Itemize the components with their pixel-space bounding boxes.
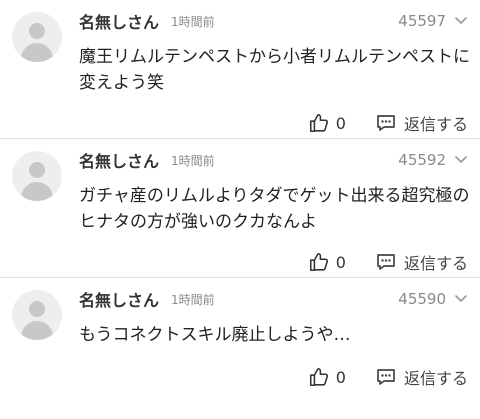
like-button[interactable]: 0 [308, 112, 346, 134]
author-name: 名無しさん [79, 291, 160, 310]
post-time: 1時間前 [171, 14, 215, 29]
comment-item: 名無しさん 1時間前 45590 もうコネクトスキル廃止しようや… 0 返信する [0, 278, 480, 403]
comment-meta: 名無しさん 1時間前 [79, 149, 215, 171]
chevron-down-icon[interactable] [454, 16, 468, 26]
avatar-body-shape [21, 321, 53, 340]
reply-label: 返信する [403, 254, 468, 273]
reply-bubble-icon [377, 254, 395, 270]
like-count: 0 [335, 252, 346, 272]
reply-bubble-icon [377, 115, 395, 131]
comment-text: ガチャ産のリムルよりタダでゲット出来る超究極のヒナタの方が強いのクカなんよ [79, 186, 470, 232]
comment-actions: 0 返信する [308, 250, 468, 274]
like-button[interactable]: 0 [308, 366, 346, 388]
comment-text: もうコネクトスキル廃止しようや… [79, 325, 351, 345]
reply-label: 返信する [403, 115, 468, 134]
reply-button[interactable]: 返信する [376, 250, 468, 274]
chevron-down-icon[interactable] [454, 294, 468, 304]
like-count: 0 [335, 367, 346, 387]
author-name: 名無しさん [79, 152, 160, 171]
comment-meta: 名無しさん 1時間前 [79, 10, 215, 32]
avatar [12, 151, 62, 201]
comment-actions: 0 返信する [308, 365, 468, 389]
comment-meta: 名無しさん 1時間前 [79, 288, 215, 310]
avatar-head-shape [29, 23, 45, 39]
comment-number-menu[interactable]: 45592 [398, 149, 468, 171]
comment-number: 45590 [398, 290, 446, 308]
avatar-head-shape [29, 301, 45, 317]
comment-number-menu[interactable]: 45597 [398, 10, 468, 32]
comment-number-menu[interactable]: 45590 [398, 288, 468, 310]
comment-item: 名無しさん 1時間前 45592 ガチャ産のリムルよりタダでゲット出来る超究極の… [0, 139, 480, 277]
avatar-body-shape [21, 182, 53, 201]
chevron-down-icon[interactable] [454, 155, 468, 165]
comment-item: 名無しさん 1時間前 45597 魔王リムルテンペストから小者リムルテンペストに… [0, 0, 480, 138]
thumbs-up-icon [309, 367, 328, 387]
reply-button[interactable]: 返信する [376, 111, 468, 135]
thumbs-up-icon [309, 252, 328, 272]
author-name: 名無しさん [79, 13, 160, 32]
avatar-body-shape [21, 43, 53, 62]
reply-bubble-icon [377, 369, 395, 385]
comment-number: 45592 [398, 151, 446, 169]
comment-actions: 0 返信する [308, 111, 468, 135]
post-time: 1時間前 [171, 153, 215, 168]
thumbs-up-icon [309, 113, 328, 133]
like-count: 0 [335, 113, 346, 133]
avatar [12, 290, 62, 340]
like-button[interactable]: 0 [308, 251, 346, 273]
avatar [12, 12, 62, 62]
post-time: 1時間前 [171, 292, 215, 307]
comment-text: 魔王リムルテンペストから小者リムルテンペストに変えよう笑 [79, 47, 470, 93]
avatar-head-shape [29, 162, 45, 178]
reply-label: 返信する [403, 369, 468, 388]
comment-number: 45597 [398, 12, 446, 30]
reply-button[interactable]: 返信する [376, 365, 468, 389]
